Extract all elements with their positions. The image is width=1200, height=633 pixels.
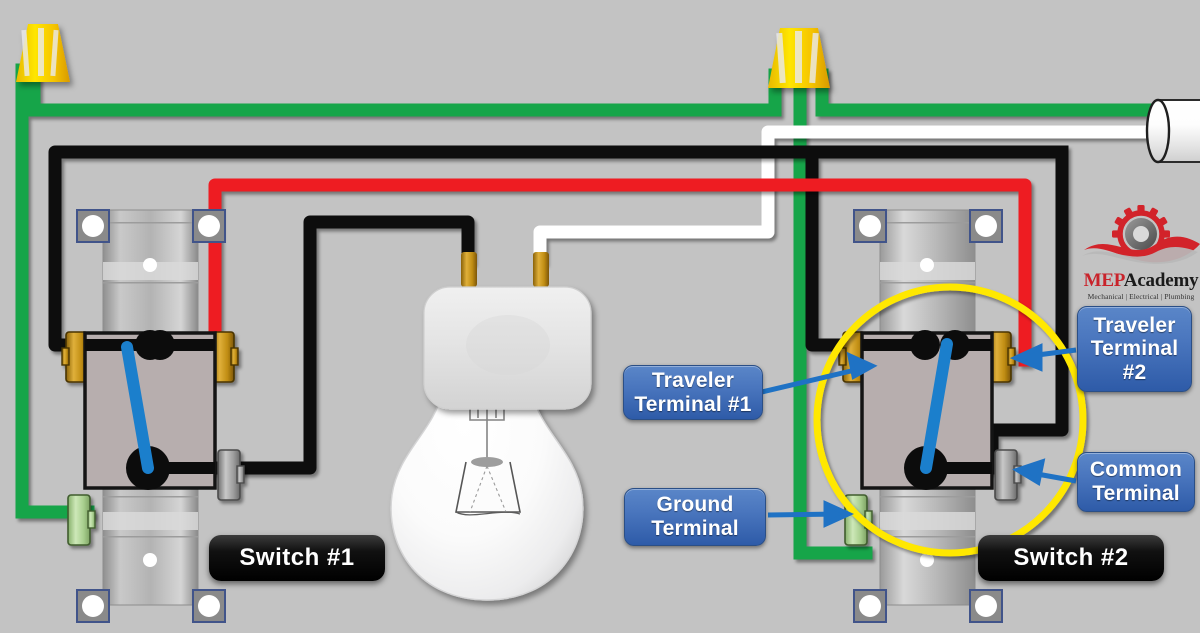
logo-tagline: Mechanical | Electrical | Plumbing <box>1087 292 1195 301</box>
logo-wordmark: MEPAcademy <box>1076 271 1200 290</box>
mep-academy-logo: MEPAcademy Mechanical | Electrical | Plu… <box>1076 204 1200 301</box>
callout-traveler-terminal-2-label: Traveler Terminal #2 <box>1090 313 1179 384</box>
badge-switch-1-label: Switch #1 <box>239 544 355 571</box>
badge-switch-1[interactable]: Switch #1 <box>209 535 385 581</box>
romex-cable-entry <box>1145 98 1200 164</box>
logo-mep: MEP <box>1083 270 1124 291</box>
callout-ground-terminal[interactable]: Ground Terminal <box>624 488 766 546</box>
wire-nut-left <box>16 24 70 82</box>
callout-ground-terminal-label: Ground Terminal <box>651 493 739 540</box>
callout-traveler-terminal-1-label: Traveler Terminal #1 <box>634 368 752 416</box>
callout-traveler-terminal-2[interactable]: Traveler Terminal #2 <box>1077 306 1192 392</box>
badge-switch-2[interactable]: Switch #2 <box>978 535 1164 581</box>
callout-common-terminal-label: Common Terminal <box>1089 458 1183 505</box>
badge-switch-2-label: Switch #2 <box>1013 544 1129 571</box>
logo-academy: Academy <box>1123 270 1199 291</box>
callout-common-terminal[interactable]: Common Terminal <box>1077 452 1195 512</box>
mep-gear-icon <box>1082 205 1200 264</box>
wiring-diagram-canvas: MEPAcademy Mechanical | Electrical | Plu… <box>0 0 1200 633</box>
light-bulb <box>390 252 592 601</box>
callout-traveler-terminal-1[interactable]: Traveler Terminal #1 <box>623 365 763 420</box>
wire-nut-right <box>768 28 830 88</box>
